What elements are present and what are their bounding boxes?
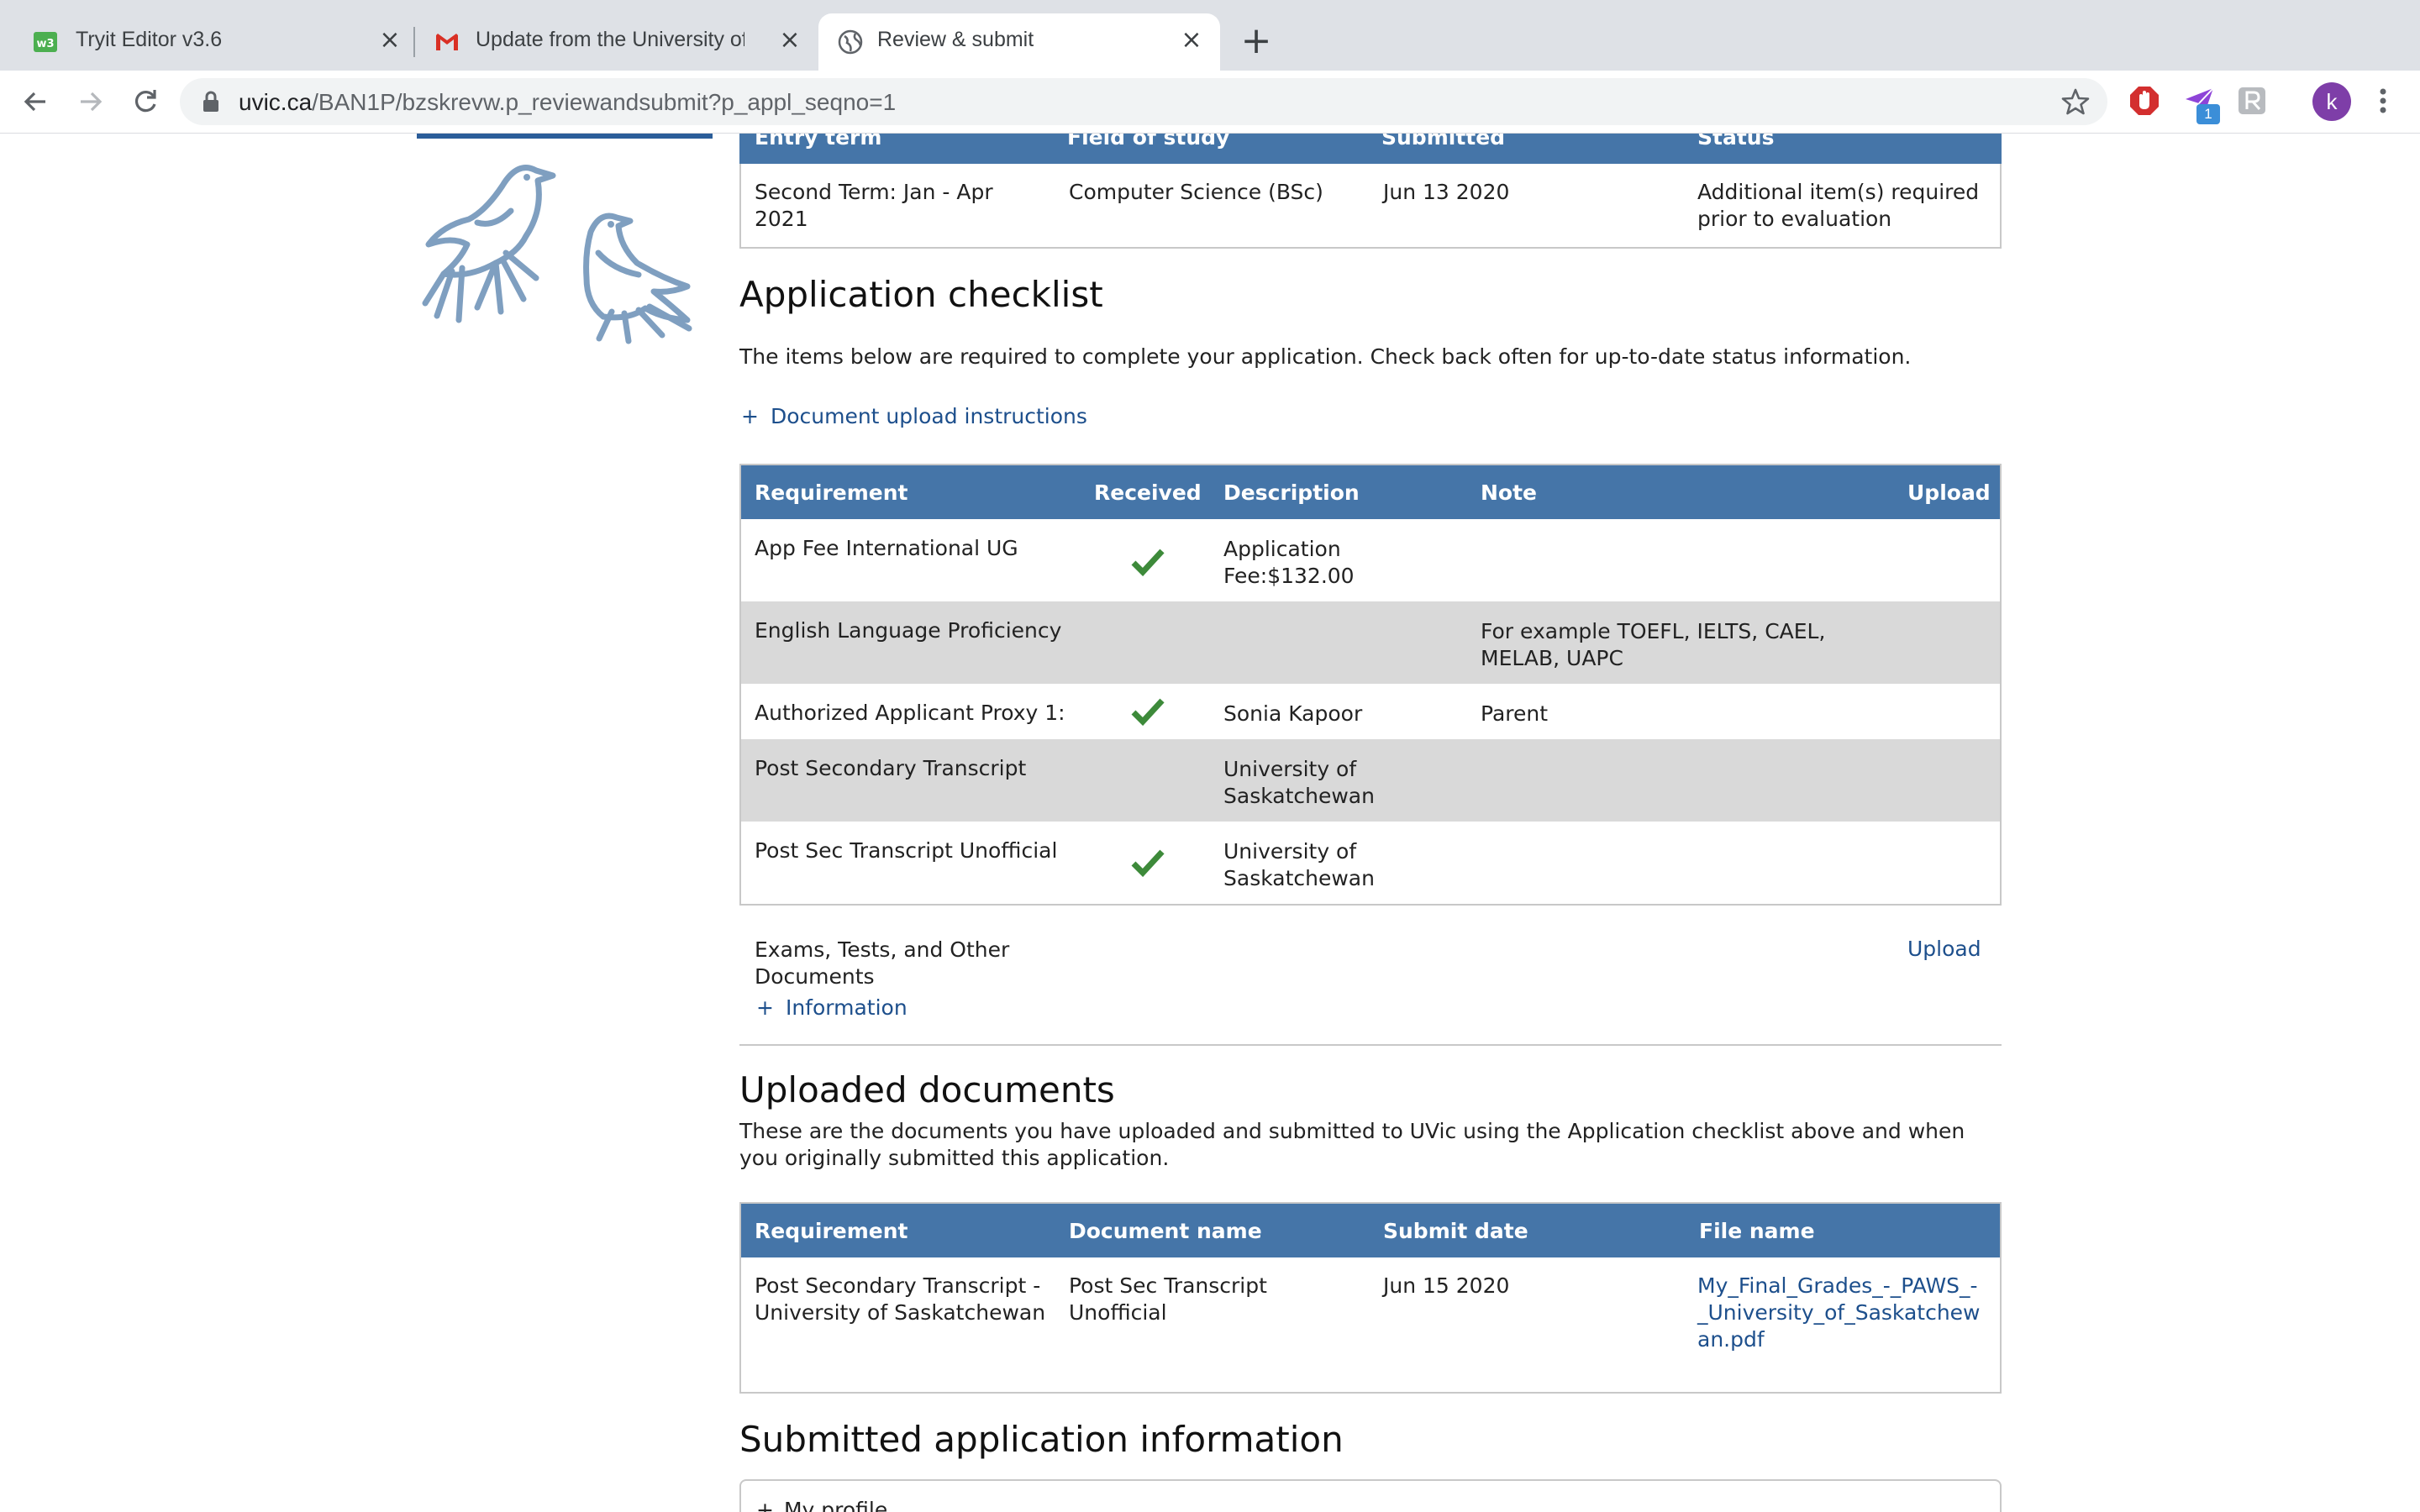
uploaded-document-name-cell: Post Sec Transcript Unofficial bbox=[1069, 1273, 1267, 1325]
adblock-extension-icon[interactable] bbox=[2128, 84, 2161, 118]
uploaded-intro: These are the documents you have uploade… bbox=[739, 1119, 1965, 1170]
profile-avatar[interactable]: k bbox=[2312, 82, 2351, 121]
checklist-row: English Language Proficiency For example… bbox=[741, 601, 2000, 684]
svg-text:w3: w3 bbox=[36, 38, 54, 50]
page-content: Entry term Field of study Submitted Stat… bbox=[0, 134, 2420, 1512]
reload-icon[interactable] bbox=[126, 82, 165, 121]
address-bar[interactable]: uvic.ca/BAN1P/bzskrevw.p_reviewandsubmit… bbox=[180, 78, 2107, 125]
uploaded-header-row: Requirement Document name Submit date Fi… bbox=[741, 1204, 2000, 1257]
requirement-cell: Authorized Applicant Proxy 1: bbox=[755, 701, 1065, 725]
information-toggle[interactable]: + Information bbox=[756, 995, 908, 1020]
header-note: Note bbox=[1481, 480, 1538, 505]
uploaded-documents-table: Requirement Document name Submit date Fi… bbox=[739, 1202, 2002, 1394]
header-description: Description bbox=[1223, 480, 1360, 505]
forward-icon[interactable] bbox=[71, 82, 109, 121]
new-tab-button[interactable]: + bbox=[1237, 22, 1276, 60]
tab-close-icon[interactable]: × bbox=[375, 25, 405, 55]
received-check-icon bbox=[1131, 549, 1165, 576]
uploaded-file-link[interactable]: My_Final_Grades_-_PAWS_-_University_of_S… bbox=[1697, 1273, 1983, 1353]
grey-extension-icon[interactable] bbox=[2235, 84, 2269, 118]
header-requirement: Requirement bbox=[755, 480, 908, 505]
expand-plus-icon: + bbox=[741, 404, 759, 428]
url-path: /BAN1P/bzskrevw.p_reviewandsubmit?p_appl… bbox=[312, 89, 897, 115]
header-submit-date: Submit date bbox=[1383, 1219, 1528, 1243]
tab-close-icon[interactable]: × bbox=[775, 25, 805, 55]
header-received: Received bbox=[1094, 480, 1202, 505]
tab-title: Review & submit bbox=[877, 28, 1034, 51]
status-value: Additional item(s) required prior to eva… bbox=[1697, 180, 1980, 231]
header-upload: Upload bbox=[1907, 480, 1991, 505]
tab-uvic-email[interactable]: Update from the University of V × bbox=[420, 13, 818, 71]
entry-term-value: Second Term: Jan - Apr 2021 bbox=[755, 180, 993, 231]
uploaded-documents-heading: Uploaded documents bbox=[739, 1069, 1115, 1110]
more-menu-icon[interactable] bbox=[2368, 84, 2398, 118]
checklist-row: Post Secondary Transcript University of … bbox=[741, 739, 2000, 822]
gmail-icon bbox=[436, 34, 458, 50]
note-cell: For example TOEFL, IELTS, CAEL, MELAB, U… bbox=[1481, 619, 1826, 670]
back-icon[interactable] bbox=[17, 82, 55, 121]
checklist-intro: The items below are required to complete… bbox=[739, 344, 1912, 369]
header-entry-term: Entry term bbox=[755, 134, 882, 150]
tab-tryit-editor[interactable]: w3 Tryit Editor v3.6 × bbox=[0, 13, 420, 71]
extension-badge: 1 bbox=[2196, 104, 2220, 124]
globe-icon bbox=[838, 29, 863, 55]
header-requirement: Requirement bbox=[755, 1219, 908, 1243]
tab-close-icon[interactable]: × bbox=[1176, 25, 1207, 55]
exams-upload-link[interactable]: Upload bbox=[1907, 937, 1981, 961]
url-host: uvic.ca bbox=[239, 89, 313, 115]
submitted-date-value: Jun 13 2020 bbox=[1383, 180, 1510, 204]
checklist-heading: Application checklist bbox=[739, 274, 1103, 315]
uploaded-submit-date-cell: Jun 15 2020 bbox=[1383, 1273, 1510, 1298]
my-profile-toggle[interactable]: + My profile bbox=[756, 1498, 887, 1512]
information-link[interactable]: Information bbox=[786, 995, 908, 1020]
checklist-header-row: Requirement Received Description Note Up… bbox=[741, 465, 2000, 519]
bookmark-star-icon[interactable] bbox=[2060, 87, 2091, 117]
expand-plus-icon: + bbox=[756, 1498, 774, 1512]
uvic-martlets-logo bbox=[422, 165, 692, 344]
tab-separator bbox=[413, 27, 415, 57]
application-summary-table: Entry term Field of study Submitted Stat… bbox=[739, 134, 2002, 249]
w3schools-favicon-icon: w3 bbox=[34, 32, 57, 52]
uploaded-requirement-cell: Post Secondary Transcript - University o… bbox=[755, 1273, 1046, 1325]
received-check-icon bbox=[1131, 849, 1165, 877]
browser-toolbar: uvic.ca/BAN1P/bzskrevw.p_reviewandsubmit… bbox=[0, 71, 2420, 134]
header-status: Status bbox=[1697, 134, 1775, 150]
requirement-cell: Post Sec Transcript Unofficial bbox=[755, 838, 1058, 863]
expand-plus-icon: + bbox=[756, 995, 774, 1020]
upload-instructions-link[interactable]: Document upload instructions bbox=[771, 404, 1087, 428]
my-profile-label: My profile bbox=[783, 1498, 888, 1512]
note-cell: Parent bbox=[1481, 701, 1549, 726]
submitted-info-heading: Submitted application information bbox=[739, 1419, 1344, 1460]
header-document-name: Document name bbox=[1069, 1219, 1262, 1243]
field-of-study-value: Computer Science (BSc) bbox=[1069, 180, 1323, 204]
checklist-row: App Fee International UG Application Fee… bbox=[741, 519, 2000, 601]
summary-header-row: Entry term Field of study Submitted Stat… bbox=[739, 134, 2002, 164]
upload-instructions-toggle[interactable]: + Document upload instructions bbox=[741, 404, 1087, 428]
header-field-of-study: Field of study bbox=[1067, 134, 1230, 150]
description-cell: University of Saskatchewan bbox=[1223, 839, 1375, 890]
description-cell: Sonia Kapoor bbox=[1223, 701, 1363, 726]
description-cell: University of Saskatchewan bbox=[1223, 757, 1375, 808]
url-text: uvic.ca/BAN1P/bzskrevw.p_reviewandsubmit… bbox=[239, 89, 896, 116]
requirement-cell: Post Secondary Transcript bbox=[755, 756, 1027, 780]
header-file-name: File name bbox=[1699, 1219, 1815, 1243]
requirement-cell: App Fee International UG bbox=[755, 536, 1018, 560]
exams-section: Exams, Tests, and Other Documents Upload… bbox=[739, 921, 2002, 1046]
checklist-row: Post Sec Transcript Unofficial Universit… bbox=[741, 822, 2000, 904]
nav-underline bbox=[417, 134, 713, 139]
description-cell: Application Fee:$132.00 bbox=[1223, 537, 1355, 588]
checklist-row: Authorized Applicant Proxy 1: Sonia Kapo… bbox=[741, 684, 2000, 739]
tab-title: Update from the University of V bbox=[476, 28, 744, 51]
tab-title: Tryit Editor v3.6 bbox=[76, 28, 223, 51]
lock-icon bbox=[203, 91, 218, 112]
exams-label: Exams, Tests, and Other Documents bbox=[755, 937, 1010, 989]
my-profile-panel[interactable]: + My profile bbox=[739, 1479, 2002, 1512]
header-submitted: Submitted bbox=[1381, 134, 1506, 150]
tab-review-submit[interactable]: Review & submit × bbox=[818, 13, 1220, 71]
tab-strip: w3 Tryit Editor v3.6 × Update from the U… bbox=[0, 0, 2420, 71]
requirement-cell: English Language Proficiency bbox=[755, 618, 1062, 643]
received-check-icon bbox=[1131, 698, 1165, 726]
checklist-table: Requirement Received Description Note Up… bbox=[739, 464, 2002, 906]
